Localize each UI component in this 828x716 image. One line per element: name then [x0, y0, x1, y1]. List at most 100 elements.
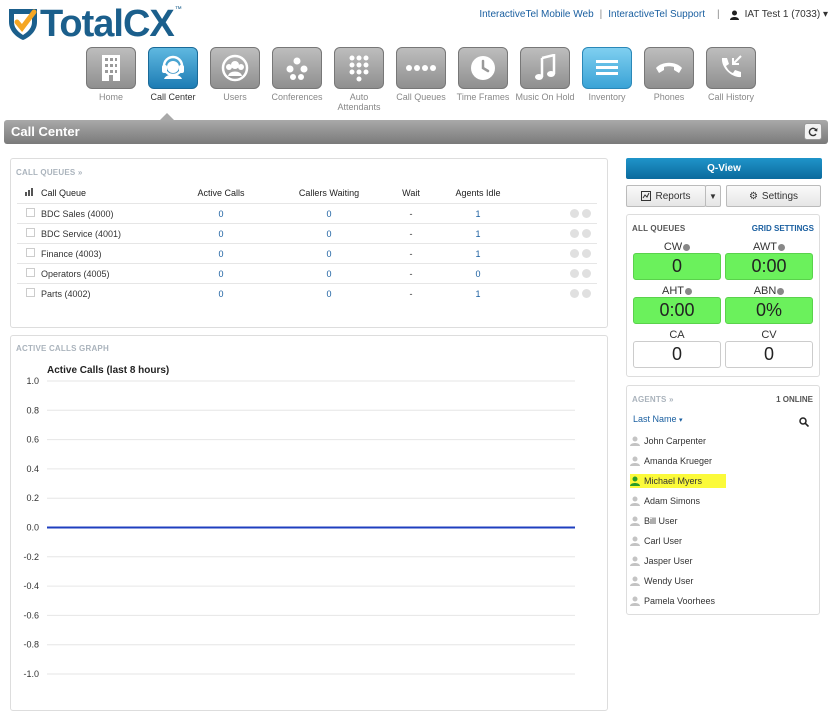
active-calls-value[interactable]: 0 [181, 283, 261, 303]
stat-value: 0 [725, 341, 813, 368]
wait-value: - [397, 243, 425, 264]
callers-waiting-value[interactable]: 0 [261, 223, 397, 244]
list-item[interactable]: John Carpenter [630, 431, 816, 451]
nav-home[interactable]: Home [80, 47, 142, 112]
nav-label: Auto Attendants [337, 92, 381, 112]
nav-users[interactable]: Users [204, 47, 266, 112]
info-icon[interactable] [778, 243, 786, 251]
page-title: Call Center [11, 124, 80, 139]
col-agents-idle[interactable]: Agents Idle [425, 183, 531, 204]
nav-music-on-hold[interactable]: Music On Hold [514, 47, 576, 112]
row-checkbox[interactable] [26, 248, 35, 257]
row-checkbox[interactable] [26, 268, 35, 277]
nav-label: Users [223, 92, 247, 102]
logo[interactable]: TotalCX ™ [6, 4, 182, 44]
page-title-bar: Call Center [4, 120, 828, 144]
sort-dropdown[interactable]: Last Name ▾ [633, 414, 683, 424]
table-row[interactable]: BDC Service (4001) 0 0 - 1 [17, 223, 597, 244]
active-calls-value[interactable]: 0 [181, 263, 261, 284]
list-item[interactable]: Bill User [630, 511, 816, 531]
agents-idle-value[interactable]: 1 [425, 283, 531, 303]
mobile-web-link[interactable]: InteractiveTel Mobile Web [479, 9, 593, 20]
list-item[interactable]: Michael Myers [630, 471, 816, 491]
table-row[interactable]: BDC Sales (4000) 0 0 - 1 [17, 203, 597, 224]
nav-auto-attendants[interactable]: Auto Attendants [328, 47, 390, 112]
row-checkbox[interactable] [26, 228, 35, 237]
col-call-queue[interactable]: Call Queue [41, 183, 181, 204]
list-item[interactable]: Adam Simons [630, 491, 816, 511]
reports-dropdown-toggle[interactable]: ▼ [705, 185, 721, 207]
table-row[interactable]: Operators (4005) 0 0 - 0 [17, 263, 597, 284]
agents-idle-value[interactable]: 1 [425, 223, 531, 244]
agent-icon[interactable] [570, 209, 579, 218]
active-calls-value[interactable]: 0 [181, 223, 261, 244]
nav-call-center[interactable]: Call Center [142, 47, 204, 112]
agents-idle-value[interactable]: 1 [425, 243, 531, 264]
search-icon[interactable] [799, 417, 809, 427]
refresh-button[interactable] [804, 123, 822, 140]
all-queues-title: ALL QUEUES [632, 224, 686, 233]
music-note-icon [535, 54, 556, 80]
no-entry-icon[interactable] [582, 229, 591, 238]
list-item[interactable]: Wendy User [630, 571, 816, 591]
col-active-calls[interactable]: Active Calls [181, 183, 261, 204]
reports-button[interactable]: Reports [626, 185, 706, 207]
agent-icon[interactable] [570, 229, 579, 238]
nav-label: Conferences [271, 92, 323, 102]
reports-label: Reports [655, 190, 691, 202]
agents-idle-value[interactable]: 1 [425, 203, 531, 224]
nav-phones[interactable]: Phones [638, 47, 700, 112]
col-wait[interactable]: Wait [397, 183, 425, 204]
no-entry-icon[interactable] [582, 289, 591, 298]
y-tick-label: 1.0 [26, 376, 39, 386]
agents-title[interactable]: AGENTS » [632, 395, 674, 404]
nav-inventory[interactable]: Inventory [576, 47, 638, 112]
no-entry-icon[interactable] [582, 209, 591, 218]
nav-time-frames[interactable]: Time Frames [452, 47, 514, 112]
queue-dots-icon [406, 65, 436, 71]
table-row[interactable]: Finance (4003) 0 0 - 1 [17, 243, 597, 264]
table-row[interactable]: Parts (4002) 0 0 - 1 [17, 283, 597, 303]
agent-name: Amanda Krueger [644, 456, 713, 466]
agent-name: Bill User [644, 516, 678, 526]
list-item[interactable]: Pamela Voorhees [630, 591, 816, 611]
users-icon [221, 54, 249, 82]
stat-cv: CV 0 [725, 329, 813, 368]
grid-settings-link[interactable]: GRID SETTINGS [752, 224, 814, 233]
active-calls-value[interactable]: 0 [181, 203, 261, 224]
info-icon[interactable] [683, 243, 691, 251]
active-calls-value[interactable]: 0 [181, 243, 261, 264]
q-view-button[interactable]: Q-View [626, 158, 822, 179]
nav-call-queues[interactable]: Call Queues [390, 47, 452, 112]
user-menu[interactable]: IAT Test 1 (7033) ▾ [745, 9, 828, 20]
list-item[interactable]: Jasper User [630, 551, 816, 571]
list-item[interactable]: Amanda Krueger [630, 451, 816, 471]
stat-aht: AHT 0:00 [633, 285, 721, 324]
agents-idle-value[interactable]: 0 [425, 263, 531, 284]
row-checkbox[interactable] [26, 208, 35, 217]
callers-waiting-value[interactable]: 0 [261, 203, 397, 224]
agent-icon[interactable] [570, 269, 579, 278]
refresh-icon [808, 127, 818, 136]
callers-waiting-value[interactable]: 0 [261, 263, 397, 284]
info-icon[interactable] [777, 287, 785, 295]
nav-conferences[interactable]: Conferences [266, 47, 328, 112]
no-entry-icon[interactable] [582, 269, 591, 278]
caret-down-icon: ▾ [822, 9, 828, 20]
conference-icon [286, 57, 308, 80]
no-entry-icon[interactable] [582, 249, 591, 258]
support-link[interactable]: InteractiveTel Support [608, 9, 705, 20]
agent-icon[interactable] [570, 289, 579, 298]
agent-icon[interactable] [570, 249, 579, 258]
call-queues-title[interactable]: CALL QUEUES » [16, 168, 82, 177]
col-callers-waiting[interactable]: Callers Waiting [261, 183, 397, 204]
nav-call-history[interactable]: Call History [700, 47, 762, 112]
info-icon[interactable] [685, 287, 692, 295]
callers-waiting-value[interactable]: 0 [261, 243, 397, 264]
call-history-icon [721, 55, 742, 78]
list-item[interactable]: Carl User [630, 531, 816, 551]
row-checkbox[interactable] [26, 288, 35, 297]
queue-name: Parts (4002) [41, 283, 181, 303]
settings-button[interactable]: ⚙ Settings [726, 185, 821, 207]
callers-waiting-value[interactable]: 0 [261, 283, 397, 303]
